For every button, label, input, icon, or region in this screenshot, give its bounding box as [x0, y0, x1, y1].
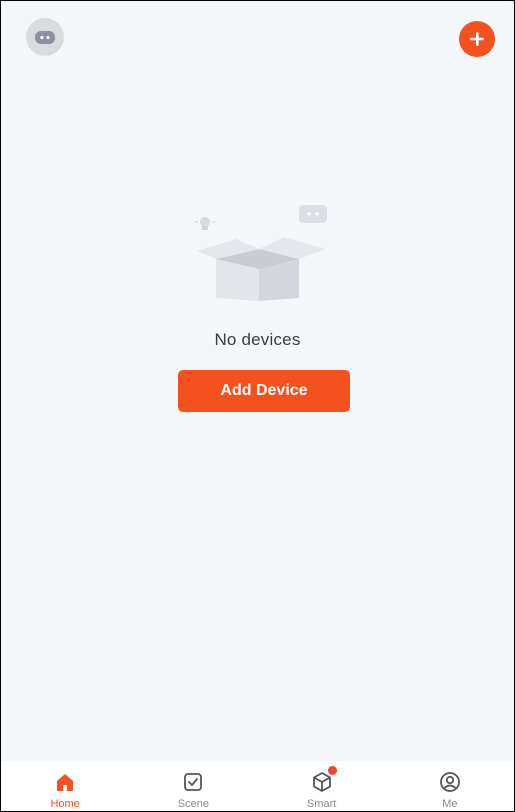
empty-box-illustration [146, 205, 376, 328]
checkbox-icon [180, 769, 206, 795]
socket-icon [299, 205, 327, 223]
robot-avatar-icon [35, 31, 55, 44]
notification-badge [327, 766, 337, 775]
tab-smart[interactable]: Smart [258, 761, 386, 811]
tab-smart-label: Smart [306, 798, 337, 810]
tab-home[interactable]: Home [1, 761, 129, 811]
tab-home-label: Home [50, 798, 80, 810]
app-screen: No devices Add Device Home Scene Smart M… [0, 0, 515, 812]
tab-scene[interactable]: Scene [129, 761, 257, 811]
home-icon [52, 769, 78, 795]
add-button[interactable] [459, 21, 495, 57]
empty-state-message: No devices [214, 330, 301, 349]
user-circle-icon [437, 769, 463, 795]
add-device-button[interactable]: Add Device [178, 370, 350, 412]
plus-icon [470, 32, 484, 46]
bulb-icon [195, 217, 215, 230]
tab-me-label: Me [442, 798, 458, 810]
cube-icon [309, 766, 337, 795]
avatar[interactable] [26, 18, 64, 56]
tab-scene-label: Scene [177, 798, 209, 810]
tab-me[interactable]: Me [386, 761, 514, 811]
bottom-tab-bar: Home Scene Smart Me [1, 761, 514, 811]
